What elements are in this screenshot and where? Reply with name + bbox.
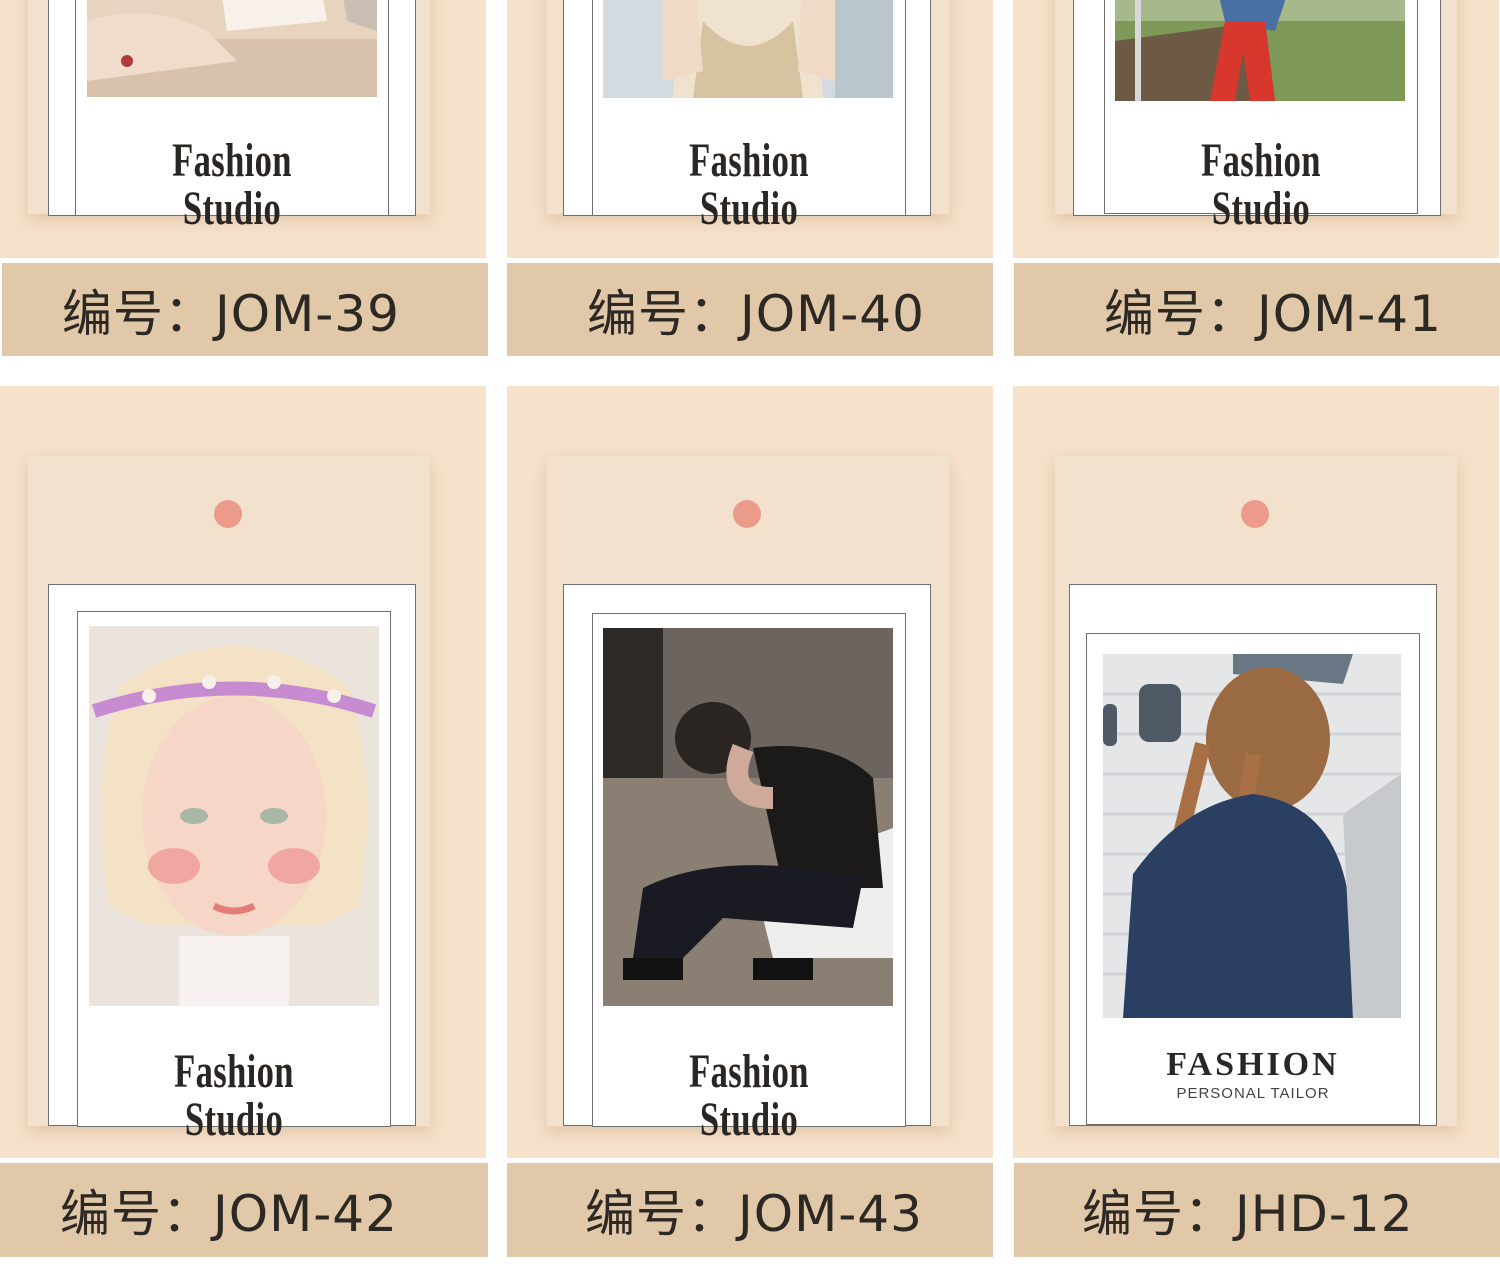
girl-beige-dress-photo	[603, 0, 893, 98]
girl-at-table-photo	[87, 0, 377, 97]
tag-inner-frame: Fashion Studio	[77, 611, 391, 1144]
tag-hole-icon	[214, 500, 242, 528]
brand-text: Fashion Studio	[689, 1045, 809, 1146]
tag-outer-frame: Fashion Studio	[1073, 0, 1441, 233]
product-code: 编号：JOM-43	[585, 1185, 923, 1243]
blonde-girl-flower-crown-photo	[89, 626, 379, 1006]
tag-outer-frame: Fashion Studio	[48, 0, 416, 233]
product-code: 编号：JHD-12	[1082, 1185, 1414, 1243]
product-code-bar: 编号：JOM-41	[1014, 263, 1500, 356]
tag-inner-frame: FASHION PERSONAL TAILOR	[1086, 633, 1420, 1125]
brand-text: Fashion Studio	[174, 1045, 294, 1146]
tag-outer-frame: Fashion Studio	[48, 584, 416, 1144]
product-code: 编号：JOM-42	[60, 1185, 398, 1243]
product-code-bar: 编号：JOM-39	[2, 263, 488, 356]
product-card-jom-43[interactable]: Fashion Studio	[507, 386, 993, 1158]
tag-inner-frame: Fashion Studio	[1104, 0, 1418, 233]
girl-braids-denim-photo	[1103, 654, 1401, 1018]
product-card-jom-39[interactable]: Fashion Studio	[0, 0, 486, 258]
tag-inner-frame: Fashion Studio	[75, 0, 389, 233]
brand-subtitle: PERSONAL TAILOR	[1176, 1085, 1330, 1102]
tag-hole-icon	[733, 500, 761, 528]
product-code-bar: 编号：JOM-42	[0, 1163, 488, 1257]
product-code: 编号：JOM-40	[587, 284, 925, 343]
tag-inner-frame: Fashion Studio	[592, 613, 906, 1144]
brand-text: Fashion Studio	[689, 134, 809, 235]
tag-hole-icon	[1241, 500, 1269, 528]
product-card-jom-41[interactable]: Fashion Studio	[1013, 0, 1499, 258]
hang-tag: Fashion Studio	[28, 456, 430, 1144]
product-code-bar: 编号：JOM-40	[507, 263, 993, 356]
product-code: 编号：JOM-39	[62, 284, 400, 343]
brand-title: FASHION	[1166, 1046, 1340, 1083]
tag-outer-frame: Fashion Studio	[563, 584, 931, 1144]
product-code: 编号：JOM-41	[1104, 284, 1442, 343]
tag-inner-frame: Fashion Studio	[592, 0, 906, 233]
tag-outer-frame: FASHION PERSONAL TAILOR	[1069, 584, 1437, 1126]
product-code-bar: 编号：JOM-43	[507, 1163, 993, 1257]
brand-text: Fashion Studio	[172, 134, 292, 235]
tag-outer-frame: Fashion Studio	[563, 0, 931, 233]
brand-text: Fashion Studio	[1201, 134, 1321, 235]
hang-tag: Fashion Studio	[28, 0, 430, 233]
product-card-jhd-12[interactable]: FASHION PERSONAL TAILOR	[1013, 386, 1499, 1158]
child-red-pants-photo	[1115, 0, 1405, 101]
product-code-bar: 编号：JHD-12	[1014, 1163, 1500, 1257]
boy-sitting-photo	[603, 628, 893, 1006]
hang-tag: FASHION PERSONAL TAILOR	[1055, 456, 1457, 1126]
product-card-jom-40[interactable]: Fashion Studio	[507, 0, 993, 258]
hang-tag: Fashion Studio	[1055, 0, 1457, 233]
row-divider	[0, 356, 1500, 386]
hang-tag: Fashion Studio	[547, 456, 949, 1144]
product-card-jom-42[interactable]: Fashion Studio	[0, 386, 486, 1158]
hang-tag: Fashion Studio	[547, 0, 949, 233]
